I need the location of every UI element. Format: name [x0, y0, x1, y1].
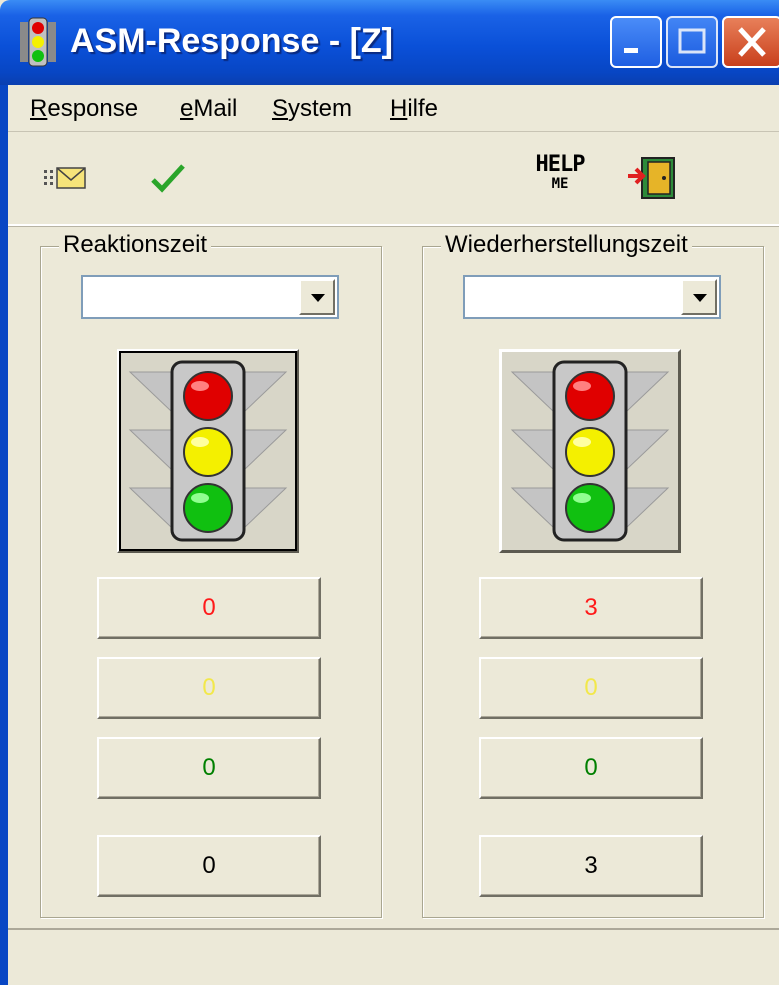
minimize-icon: [624, 48, 638, 53]
menu-response[interactable]: Response: [30, 95, 138, 123]
minimize-button[interactable]: [610, 16, 662, 68]
menu-system-label: ystem: [288, 95, 353, 122]
help-text: HELP: [535, 152, 586, 177]
maximize-icon: [678, 28, 706, 54]
me-text: ME: [551, 176, 569, 192]
app-window: ASM-Response - [Z] Response eMail System…: [0, 0, 779, 985]
maximize-button[interactable]: [666, 16, 718, 68]
reaktionszeit-green-count[interactable]: 0: [97, 737, 321, 799]
window-title: ASM-Response - [Z]: [70, 22, 393, 60]
reaktionszeit-yellow-count[interactable]: 0: [97, 657, 321, 719]
status-bar: [0, 928, 779, 985]
traffic-light-icon: [128, 360, 288, 542]
menu-system[interactable]: System: [272, 95, 352, 123]
menu-response-mnemonic: R: [30, 95, 48, 122]
reaktionszeit-red-count[interactable]: 0: [97, 577, 321, 639]
mail-icon[interactable]: [44, 166, 88, 190]
close-button[interactable]: [722, 16, 779, 68]
reaktionszeit-combobox[interactable]: [81, 275, 339, 319]
traffic-light-icon: [510, 360, 670, 542]
dropdown-arrow-icon[interactable]: [681, 279, 717, 315]
window-frame-left: [0, 85, 8, 985]
checkmark-icon[interactable]: [150, 162, 186, 194]
menu-email[interactable]: eMail: [180, 95, 237, 123]
wiederherstellungszeit-green-count[interactable]: 0: [479, 737, 703, 799]
exit-door-icon[interactable]: [626, 154, 682, 204]
menu-hilfe-mnemonic: H: [390, 95, 408, 122]
reaktionszeit-traffic-light-button[interactable]: [117, 349, 299, 553]
menu-email-label: Mail: [193, 95, 238, 122]
wiederherstellungszeit-traffic-light-button[interactable]: [499, 349, 681, 553]
traffic-light-icon: [20, 17, 56, 67]
dropdown-arrow-icon[interactable]: [299, 279, 335, 315]
wiederherstellungszeit-combobox[interactable]: [463, 275, 721, 319]
menu-response-label: esponse: [47, 95, 139, 122]
wiederherstellungszeit-total-count[interactable]: 3: [479, 835, 703, 897]
help-me-button[interactable]: HELP ME: [532, 154, 588, 204]
wiederherstellungszeit-red-count[interactable]: 3: [479, 577, 703, 639]
menu-bar: Response eMail System Hilfe: [0, 85, 779, 132]
menu-hilfe-label: ilfe: [407, 95, 439, 122]
menu-system-mnemonic: S: [272, 95, 289, 122]
toolbar: HELP ME: [0, 132, 779, 226]
group-label-wiederherstellungszeit: Wiederherstellungszeit: [441, 231, 692, 259]
menu-hilfe[interactable]: Hilfe: [390, 95, 438, 123]
title-bar[interactable]: ASM-Response - [Z]: [0, 0, 779, 85]
reaktionszeit-total-count[interactable]: 0: [97, 835, 321, 897]
menu-email-mnemonic: e: [180, 95, 194, 122]
wiederherstellungszeit-yellow-count[interactable]: 0: [479, 657, 703, 719]
group-wiederherstellungszeit: Wiederherstellungszeit 3 0 0 3: [422, 231, 764, 918]
group-reaktionszeit: Reaktionszeit 0 0 0 0: [40, 231, 382, 918]
group-label-reaktionszeit: Reaktionszeit: [59, 231, 212, 259]
close-icon: [738, 27, 766, 57]
